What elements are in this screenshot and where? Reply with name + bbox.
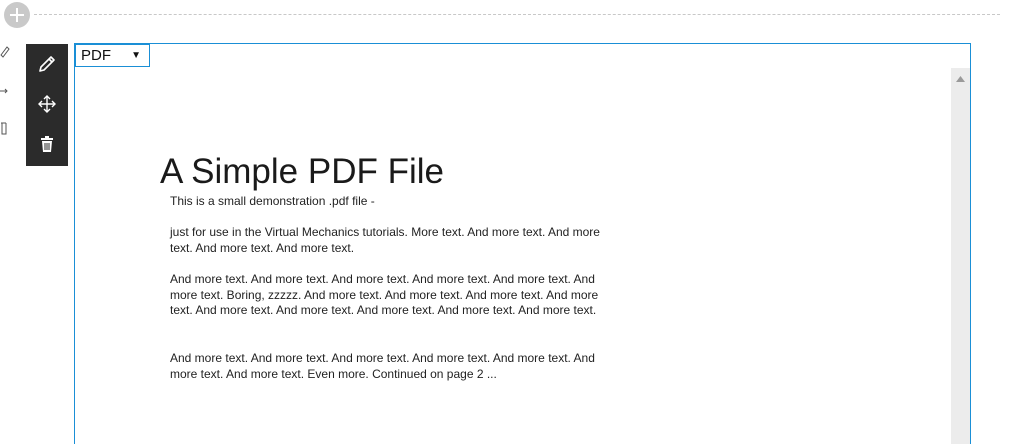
trash-icon[interactable] bbox=[0, 122, 10, 136]
delete-button[interactable] bbox=[26, 124, 68, 164]
block-type-select[interactable]: PDF ▼ bbox=[75, 44, 150, 67]
pdf-paragraph: just for use in the Virtual Mechanics tu… bbox=[170, 225, 600, 255]
pencil-icon bbox=[39, 56, 55, 72]
pdf-paragraph: This is a small demonstration .pdf file … bbox=[170, 194, 375, 208]
move-button[interactable] bbox=[26, 84, 68, 124]
scroll-up-button[interactable] bbox=[951, 72, 970, 86]
pencil-icon[interactable] bbox=[0, 44, 10, 58]
pdf-block: PDF ▼ A Simple PDF File This is a small … bbox=[74, 43, 971, 444]
pdf-scrollbar[interactable] bbox=[951, 68, 970, 444]
insert-divider bbox=[34, 14, 1000, 15]
triangle-up-icon bbox=[956, 76, 965, 82]
pdf-paragraph: And more text. And more text. And more t… bbox=[170, 351, 595, 381]
dropdown-caret-icon: ▼ bbox=[131, 50, 141, 61]
pdf-document-title: A Simple PDF File bbox=[160, 152, 444, 191]
trash-icon bbox=[41, 136, 53, 152]
pdf-paragraph: And more text. And more text. And more t… bbox=[170, 272, 599, 317]
block-type-value: PDF bbox=[81, 47, 111, 64]
add-block-button[interactable] bbox=[4, 2, 30, 28]
plus-icon bbox=[10, 8, 24, 22]
edit-button[interactable] bbox=[26, 44, 68, 84]
block-toolbar bbox=[26, 44, 68, 166]
move-arrows-icon bbox=[38, 95, 56, 113]
arrow-icon[interactable] bbox=[0, 84, 10, 98]
pdf-viewer[interactable]: A Simple PDF File This is a small demons… bbox=[75, 68, 951, 444]
